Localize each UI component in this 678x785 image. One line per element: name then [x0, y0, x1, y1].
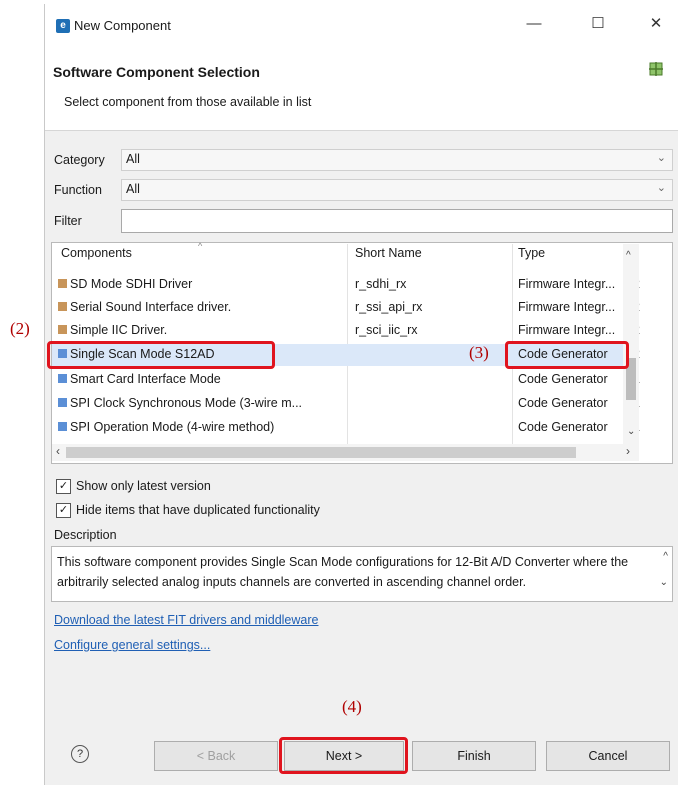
- description-label: Description: [54, 528, 117, 542]
- function-select[interactable]: All ⌄: [121, 179, 673, 201]
- annotation-label-4: (4): [342, 697, 362, 716]
- description-text: This software component provides Single …: [57, 555, 629, 589]
- row-type: Firmware Integr...: [518, 277, 616, 291]
- highlight-box-type: [505, 341, 629, 369]
- code-generator-icon: [58, 398, 67, 407]
- show-latest-checkbox[interactable]: ✓: [56, 479, 71, 494]
- app-icon: e: [56, 19, 70, 33]
- chevron-down-icon: ⌄: [656, 182, 666, 194]
- row-type: Code Generator: [518, 396, 608, 410]
- code-generator-icon: [58, 422, 67, 431]
- row-name-cell: SPI Operation Mode (4-wire method): [58, 420, 274, 434]
- category-label: Category: [54, 153, 105, 167]
- row-name: SD Mode SDHI Driver: [70, 277, 193, 291]
- row-name-cell: Serial Sound Interface driver.: [58, 300, 231, 314]
- minimize-button[interactable]: —: [516, 10, 552, 38]
- row-type: Code Generator: [518, 420, 608, 434]
- function-value: All: [126, 182, 140, 196]
- horizontal-scroll-thumb[interactable]: [66, 447, 576, 458]
- cancel-button[interactable]: Cancel: [546, 741, 670, 771]
- category-select[interactable]: All ⌄: [121, 149, 673, 171]
- scroll-up-icon[interactable]: ^: [626, 250, 631, 261]
- finish-button[interactable]: Finish: [412, 741, 536, 771]
- row-type: Code Generator: [518, 372, 608, 386]
- row-name: Smart Card Interface Mode: [70, 372, 221, 386]
- scroll-down-icon[interactable]: ⌄: [660, 577, 668, 588]
- back-button[interactable]: < Back: [154, 741, 278, 771]
- code-generator-icon: [58, 374, 67, 383]
- annotation-label-3: (3): [469, 343, 489, 362]
- window-title: New Component: [74, 18, 171, 33]
- fit-component-icon: [58, 325, 67, 334]
- row-name-cell: SD Mode SDHI Driver: [58, 277, 192, 291]
- column-header-short-name[interactable]: Short Name: [355, 246, 422, 268]
- help-icon[interactable]: ?: [71, 745, 89, 763]
- page-title: Software Component Selection: [53, 64, 260, 80]
- close-button[interactable]: ✕: [638, 10, 674, 38]
- row-short-name: r_sci_iic_rx: [355, 323, 418, 337]
- category-value: All: [126, 152, 140, 166]
- maximize-button[interactable]: ☐: [580, 10, 616, 38]
- hide-duplicates-label: Hide items that have duplicated function…: [76, 503, 320, 517]
- dialog-header: [45, 44, 678, 131]
- column-header-type[interactable]: Type: [518, 246, 545, 268]
- row-name: Simple IIC Driver.: [70, 323, 168, 337]
- row-name-cell: Simple IIC Driver.: [58, 323, 167, 337]
- row-name-cell: SPI Clock Synchronous Mode (3-wire m...: [58, 396, 302, 410]
- column-header-components[interactable]: Components: [61, 246, 132, 268]
- filter-label: Filter: [54, 214, 82, 228]
- download-fit-link[interactable]: Download the latest FIT drivers and midd…: [54, 613, 318, 627]
- row-name: SPI Clock Synchronous Mode (3-wire m...: [70, 396, 303, 410]
- row-short-name: r_ssi_api_rx: [355, 300, 423, 314]
- highlight-box-next: [279, 737, 408, 774]
- description-box[interactable]: This software component provides Single …: [51, 546, 673, 602]
- scroll-left-icon[interactable]: ‹: [56, 444, 60, 458]
- annotation-label-2: (2): [10, 319, 30, 338]
- row-short-name: r_sdhi_rx: [355, 277, 407, 291]
- chevron-down-icon: ⌄: [656, 152, 666, 164]
- fit-component-icon: [58, 302, 67, 311]
- component-grid-icon: [649, 62, 663, 76]
- scroll-down-icon[interactable]: ⌄: [627, 426, 635, 437]
- fit-component-icon: [58, 279, 67, 288]
- page-subtitle: Select component from those available in…: [64, 95, 312, 109]
- hide-duplicates-checkbox[interactable]: ✓: [56, 503, 71, 518]
- row-type: Firmware Integr...: [518, 323, 616, 337]
- scroll-right-icon[interactable]: ›: [626, 444, 630, 458]
- show-latest-label: Show only latest version: [76, 479, 211, 493]
- row-name-cell: Smart Card Interface Mode: [58, 372, 221, 386]
- row-name: Serial Sound Interface driver.: [70, 300, 232, 314]
- highlight-box-component: [47, 341, 275, 369]
- function-label: Function: [54, 183, 102, 197]
- configure-settings-link[interactable]: Configure general settings...: [54, 638, 210, 652]
- scroll-up-icon[interactable]: ^: [663, 551, 668, 562]
- row-type: Firmware Integr...: [518, 300, 616, 314]
- sort-caret-icon: ^: [198, 241, 203, 251]
- filter-input[interactable]: [121, 209, 673, 233]
- row-name: SPI Operation Mode (4-wire method): [70, 420, 275, 434]
